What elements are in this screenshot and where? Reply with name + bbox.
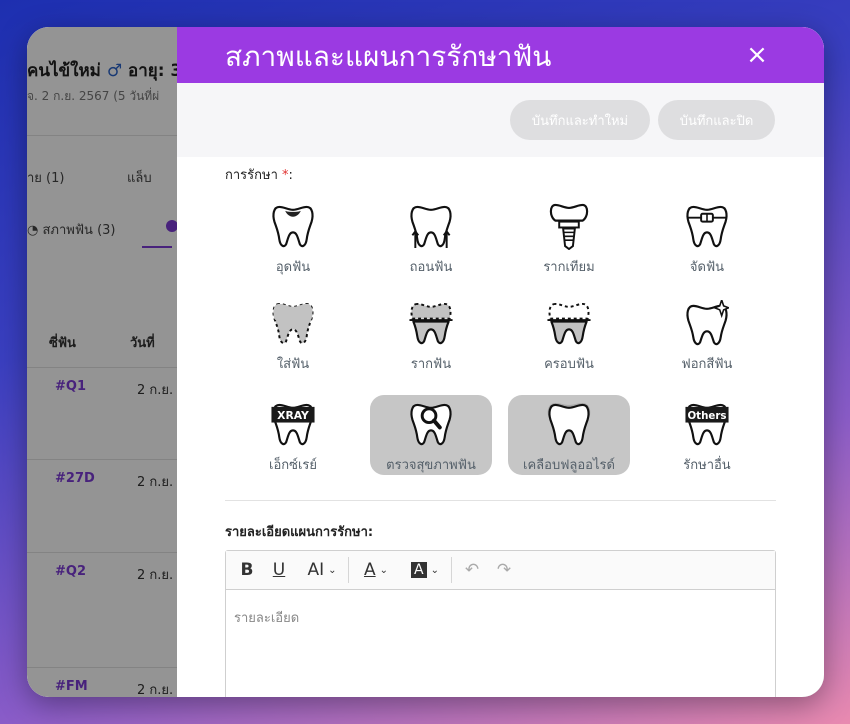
tooth-filling-icon [272,205,314,248]
treatment-xray[interactable]: XRAY เอ็กซ์เรย์ [232,395,354,475]
chevron-down-icon: ⌄ [379,564,389,576]
tooth-others-icon: Others [685,403,729,446]
highlight-icon: A [411,562,427,578]
tooth-xray-icon: XRAY [271,403,315,446]
font-color-icon: A [363,560,376,580]
tooth-fluoride-icon [547,402,591,446]
tooth-extraction-icon [410,205,452,249]
divider [225,500,776,501]
tooth-root-canal-icon [409,302,453,345]
treatment-root-canal[interactable]: รากฟัน [370,294,492,374]
treatment-modal: สภาพและแผนการรักษาฟัน × บันทึกและทำใหม่ … [177,27,824,697]
modal-header: สภาพและแผนการรักษาฟัน × [177,27,824,83]
app-window: คนไข้ใหม่ ♂ อายุ: 3 จ. 2 ก.ย. 2567 (5 วั… [27,27,824,697]
modal-title: สภาพและแผนการรักษาฟัน [225,40,552,73]
bold-button[interactable]: B [236,558,258,582]
redo-icon[interactable]: ↷ [491,558,517,582]
treatment-braces[interactable]: จัดฟัน [646,197,768,277]
svg-text:XRAY: XRAY [277,409,309,422]
tooth-crown-icon [547,302,591,345]
tooth-whitening-icon [686,300,729,346]
treatment-extraction[interactable]: ถอนฟัน [370,197,492,277]
font-size-button[interactable]: AI ⌄ [300,558,344,582]
tooth-implant-icon [549,203,589,250]
treatment-whitening[interactable]: ฟอกสีฟัน [646,294,768,374]
highlight-color-button[interactable]: A ⌄ [404,558,446,582]
chevron-down-icon: ⌄ [430,564,439,576]
plan-detail-label: รายละเอียดแผนการรักษา: [225,525,374,540]
underline-button[interactable]: U [268,558,290,582]
save-and-close-button[interactable]: บันทึกและปิด [658,100,775,140]
close-icon[interactable]: × [746,42,768,68]
treatment-label: การรักษา *: [225,168,293,183]
editor-toolbar: B U AI ⌄ A ⌄ A ⌄ ↶ ↷ [226,551,775,590]
treatment-filling[interactable]: อุดฟัน [232,197,354,277]
tooth-denture-icon [272,302,314,345]
treatment-others[interactable]: Others รักษาอื่น [646,395,768,475]
treatment-implant[interactable]: รากเทียม [508,197,630,277]
font-color-button[interactable]: A ⌄ [356,558,396,582]
tooth-braces-icon [686,205,728,248]
save-and-new-button[interactable]: บันทึกและทำใหม่ [510,100,650,140]
svg-text:Others: Others [687,410,726,422]
plan-detail-editor: B U AI ⌄ A ⌄ A ⌄ ↶ ↷ รายละเอียด [225,550,776,697]
font-size-icon: AI [307,560,325,580]
plan-detail-input[interactable]: รายละเอียด [234,607,299,628]
treatment-checkup[interactable]: ตรวจสุขภาพฟัน [370,395,492,475]
treatment-denture[interactable]: ใส่ฟัน [232,294,354,374]
toolbar-separator [348,557,349,583]
toolbar-separator [451,557,452,583]
treatment-crown[interactable]: ครอบฟัน [508,294,630,374]
treatment-fluoride[interactable]: เคลือบฟลูออไรด์ [508,395,630,475]
undo-icon[interactable]: ↶ [459,558,485,582]
chevron-down-icon: ⌄ [328,564,337,576]
tooth-checkup-icon [410,403,452,446]
